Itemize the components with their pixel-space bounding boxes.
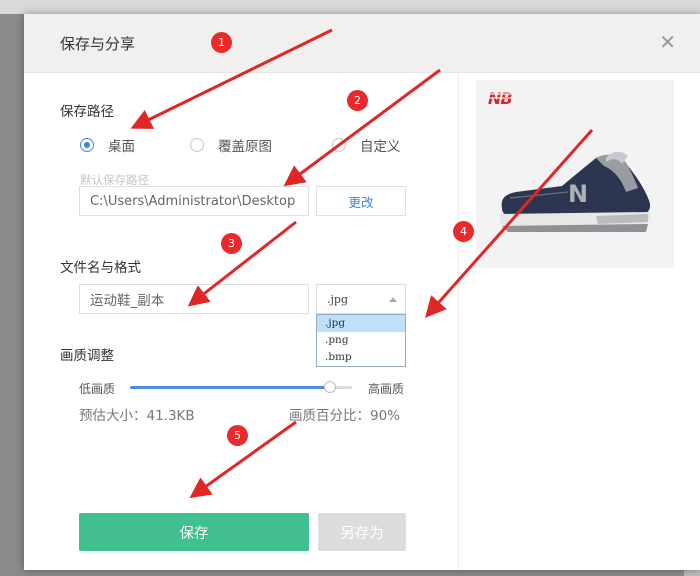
radio-label: 桌面: [108, 139, 135, 155]
format-select[interactable]: .jpg: [316, 284, 406, 314]
annotation-badge-5: 5: [227, 425, 248, 446]
caret-up-icon: [389, 297, 397, 302]
quality-slider[interactable]: [130, 381, 352, 393]
panel-divider: [458, 72, 459, 570]
quality-heading: 画质调整: [60, 348, 114, 364]
quality-percent: 画质百分比：90%: [289, 408, 401, 424]
format-dropdown: .jpg .png .bmp: [316, 314, 406, 367]
annotation-badge-1: 1: [211, 32, 232, 53]
close-icon[interactable]: ✕: [659, 30, 676, 54]
format-option-png[interactable]: .png: [317, 332, 405, 349]
radio-dot: [80, 138, 94, 152]
annotation-badge-3: 3: [221, 233, 242, 254]
radio-desktop[interactable]: 桌面: [80, 135, 135, 155]
quality-slider-fill: [130, 386, 330, 389]
radio-label: 覆盖原图: [218, 139, 272, 155]
estimated-size: 预估大小：41.3KB: [79, 408, 195, 424]
quality-slider-thumb[interactable]: [323, 381, 336, 393]
new-balance-logo: NB: [488, 89, 516, 108]
save-path-field[interactable]: C:\Users\Administrator\Desktop: [79, 186, 309, 216]
svg-text:N: N: [568, 180, 588, 208]
save-path-heading: 保存路径: [60, 104, 114, 120]
format-selected-value: .jpg: [327, 292, 348, 306]
radio-dot: [332, 138, 346, 152]
radio-overwrite[interactable]: 覆盖原图: [190, 135, 272, 155]
dialog-title: 保存与分享: [60, 35, 136, 53]
image-preview: NB N: [476, 80, 674, 268]
radio-label: 自定义: [360, 139, 401, 155]
annotation-badge-4: 4: [453, 221, 474, 242]
sneaker-photo: NB N: [488, 89, 651, 232]
radio-custom[interactable]: 自定义: [332, 135, 401, 155]
format-option-jpg[interactable]: .jpg: [317, 315, 405, 332]
backdrop-top: [0, 0, 700, 14]
high-quality-label: 高画质: [368, 382, 405, 396]
format-option-bmp[interactable]: .bmp: [317, 349, 405, 366]
dialog-header: 保存与分享 ✕: [24, 14, 700, 73]
save-button[interactable]: 保存: [79, 513, 309, 551]
low-quality-label: 低画质: [79, 382, 116, 396]
file-heading: 文件名与格式: [60, 260, 141, 276]
filename-input[interactable]: 运动鞋_副本: [79, 284, 309, 314]
save-as-button[interactable]: 另存为: [318, 513, 406, 551]
radio-dot: [190, 138, 204, 152]
change-path-button[interactable]: 更改: [316, 186, 406, 216]
annotation-badge-2: 2: [347, 90, 368, 111]
